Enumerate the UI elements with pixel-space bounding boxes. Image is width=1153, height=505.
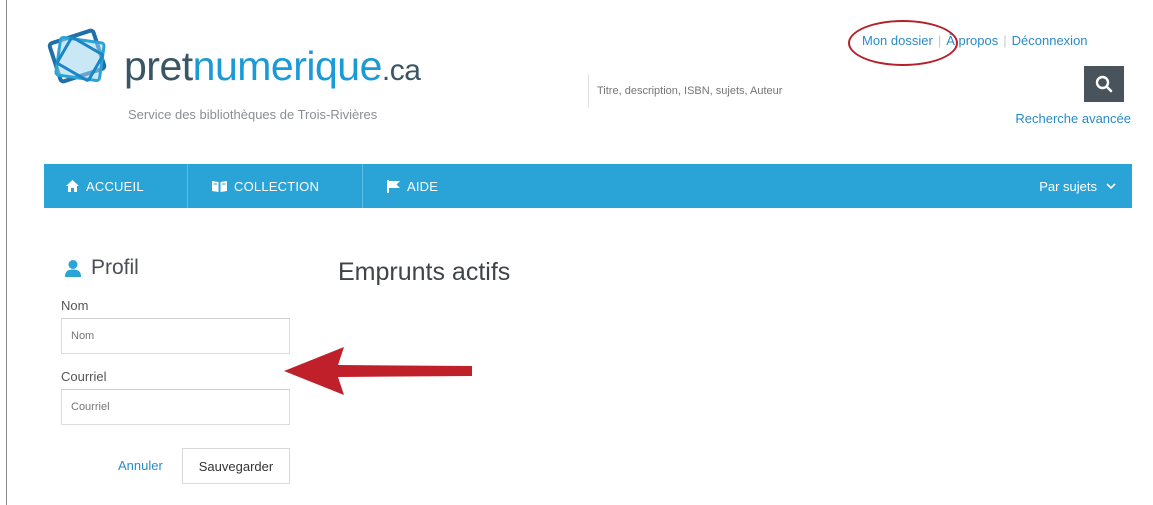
nav-item-help[interactable]: AIDE [387, 164, 438, 208]
user-icon [65, 260, 81, 277]
search-button[interactable] [1084, 66, 1124, 102]
subjects-label: Par sujets [1039, 178, 1097, 194]
brand-part-2: numerique [192, 43, 383, 89]
link-separator: | [1003, 33, 1007, 48]
email-field[interactable] [61, 389, 290, 425]
profile-title: Profil [91, 256, 139, 279]
nav-divider [187, 164, 188, 208]
name-label: Nom [61, 298, 89, 313]
flag-icon [387, 179, 400, 193]
search-icon [1095, 75, 1113, 93]
nav-item-collection[interactable]: COLLECTION [212, 164, 319, 208]
cancel-link[interactable]: Annuler [118, 458, 163, 473]
page-title: Emprunts actifs [338, 258, 511, 286]
nav-item-label: ACCUEIL [86, 178, 144, 194]
logo-icon [47, 28, 107, 84]
chevron-down-icon [1106, 182, 1116, 189]
profile-heading: Profil [64, 256, 139, 280]
book-icon [212, 181, 227, 192]
nav-item-home[interactable]: ACCUEIL [66, 164, 144, 208]
top-links: Mon dossier | À propos | Déconnexion [862, 33, 1088, 48]
nav-divider [362, 164, 363, 208]
about-link[interactable]: À propos [946, 33, 998, 48]
nav-item-label: COLLECTION [234, 178, 320, 194]
brand-tagline: Service des bibliothèques de Trois-Riviè… [128, 107, 378, 122]
subjects-dropdown[interactable]: Par sujets [1039, 164, 1116, 208]
email-label: Courriel [61, 369, 107, 384]
arrow-annotation [284, 347, 472, 395]
save-button[interactable]: Sauvegarder [182, 448, 290, 484]
brand-name[interactable]: pretnumerique.ca [124, 43, 421, 89]
brand-part-3: .ca [381, 54, 421, 87]
advanced-search-link[interactable]: Recherche avancée [1015, 111, 1131, 126]
brand-part-1: pret [124, 43, 193, 89]
home-icon [66, 180, 79, 192]
frame-border [6, 0, 7, 505]
logout-link[interactable]: Déconnexion [1012, 33, 1088, 48]
nav-item-label: AIDE [407, 178, 439, 194]
search-input[interactable] [588, 74, 1082, 108]
link-separator: | [937, 33, 942, 48]
my-account-link[interactable]: Mon dossier [862, 33, 933, 48]
name-field[interactable] [61, 318, 290, 354]
main-navbar: ACCUEIL COLLECTION AIDE Par sujets [44, 164, 1132, 208]
